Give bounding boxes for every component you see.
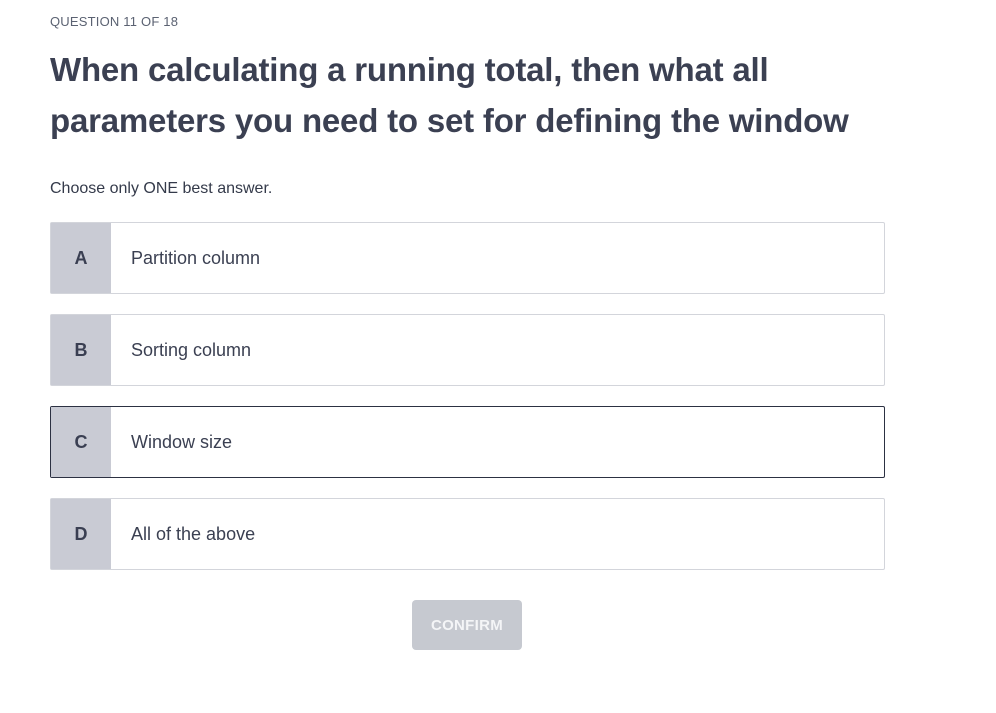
option-a[interactable]: A Partition column [50, 222, 885, 294]
option-d[interactable]: D All of the above [50, 498, 885, 570]
option-letter: B [51, 315, 111, 385]
option-text: Window size [131, 431, 233, 452]
option-c[interactable]: C Window size [50, 406, 885, 478]
option-letter: A [51, 223, 111, 293]
option-text: Partition column [131, 247, 261, 268]
option-letter: C [51, 407, 111, 477]
question-title: When calculating a running total, then w… [50, 51, 849, 139]
answer-instruction: Choose only ONE best answer. [50, 180, 273, 197]
confirm-button[interactable]: CONFIRM [412, 600, 522, 650]
option-text: Sorting column [131, 339, 252, 360]
option-letter: D [51, 499, 111, 569]
question-progress: QUESTION 11 OF 18 [50, 14, 179, 29]
option-b[interactable]: B Sorting column [50, 314, 885, 386]
option-text: All of the above [131, 523, 256, 544]
